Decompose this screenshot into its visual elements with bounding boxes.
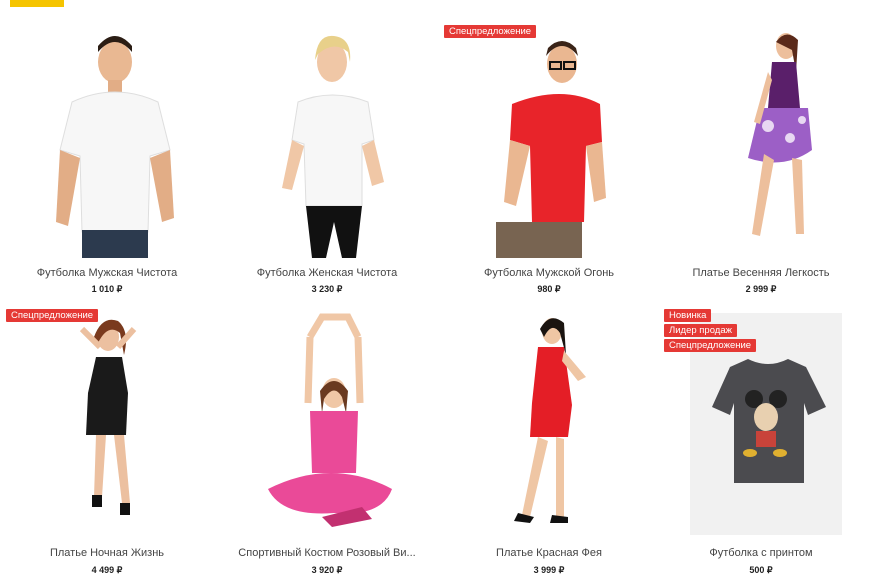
badge-group: Новинка Лидер продаж Спецпредложение: [664, 309, 757, 352]
product-name[interactable]: Футболка Мужской Огонь: [444, 267, 654, 279]
product-name[interactable]: Футболка с принтом: [656, 547, 866, 559]
product-price: 3 230 ₽: [311, 284, 343, 294]
product-image[interactable]: [444, 307, 654, 545]
product-price: 980 ₽: [537, 284, 561, 294]
product-name[interactable]: Платье Весенняя Легкость: [656, 267, 866, 279]
product-name[interactable]: Спортивный Костюм Розовый Ви...: [222, 547, 432, 559]
product-image[interactable]: [2, 307, 212, 545]
product-price: 500 ₽: [749, 565, 773, 575]
section-accent-bar: [10, 0, 64, 7]
product-name[interactable]: Футболка Женская Чистота: [222, 267, 432, 279]
product-price: 3 999 ₽: [533, 565, 565, 575]
product-image[interactable]: [222, 22, 432, 260]
product-price: 4 499 ₽: [91, 565, 123, 575]
product-name[interactable]: Футболка Мужская Чистота: [2, 267, 212, 279]
product-name[interactable]: Платье Ночная Жизнь: [2, 547, 212, 559]
product-price: 1 010 ₽: [91, 284, 123, 294]
badge-bestseller: Лидер продаж: [664, 324, 737, 337]
product-image[interactable]: [656, 22, 866, 260]
product-image[interactable]: [222, 307, 432, 545]
product-image[interactable]: [444, 22, 654, 260]
product-price: 3 920 ₽: [311, 565, 343, 575]
badge-group: Спецпредложение: [444, 25, 537, 38]
badge-special-offer: Спецпредложение: [664, 339, 757, 352]
badge-special-offer: Спецпредложение: [6, 309, 99, 322]
product-name[interactable]: Платье Красная Фея: [444, 547, 654, 559]
badge-group: Спецпредложение: [6, 309, 99, 322]
badge-new: Новинка: [664, 309, 712, 322]
badge-special-offer: Спецпредложение: [444, 25, 537, 38]
product-price: 2 999 ₽: [745, 284, 777, 294]
product-image[interactable]: [2, 22, 212, 260]
